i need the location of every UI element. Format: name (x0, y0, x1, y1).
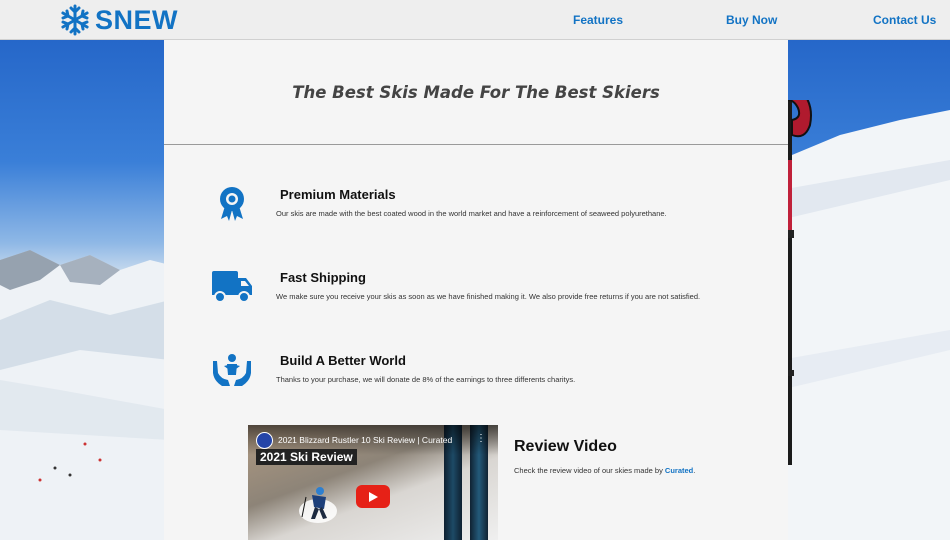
ski-pole-scenery (780, 100, 950, 540)
hero-title: The Best Skis Made For The Best Skiers (292, 82, 660, 102)
mountain-left-scenery (0, 250, 170, 540)
feature-title: Fast Shipping (280, 270, 366, 285)
feature-title: Build A Better World (280, 353, 406, 368)
feature-title: Premium Materials (280, 187, 396, 202)
more-options-icon[interactable]: ⋮ (476, 433, 486, 444)
feature-build-better-world: Build A Better World Thanks to your purc… (164, 351, 788, 411)
brand-logo[interactable]: SNEW (59, 3, 178, 37)
nav-link-features[interactable]: Features (573, 13, 623, 27)
feature-premium-materials: Premium Materials Our skis are made with… (164, 185, 788, 245)
hero-section: The Best Skis Made For The Best Skiers (164, 40, 788, 145)
feature-fast-shipping: Fast Shipping We make sure you receive y… (164, 268, 788, 328)
play-icon (369, 491, 378, 502)
feature-description: We make sure you receive your skis as so… (276, 292, 701, 301)
main-panel: The Best Skis Made For The Best Skiers P… (164, 40, 788, 540)
skier-image (299, 487, 337, 523)
review-desc-suffix: . (693, 466, 696, 475)
helping-hands-icon (210, 351, 254, 389)
feature-description: Thanks to your purchase, we will donate … (276, 375, 576, 384)
nav-link-buy-now[interactable]: Buy Now (726, 13, 777, 27)
review-video-heading: Review Video (514, 438, 617, 455)
award-icon (210, 185, 254, 223)
feature-description: Our skis are made with the best coated w… (276, 209, 667, 218)
video-banner-text: 2021 Ski Review (256, 449, 357, 465)
snowflake-icon (61, 4, 89, 36)
nav-link-contact-us[interactable]: Contact Us (873, 13, 936, 27)
play-button[interactable] (356, 485, 390, 508)
review-desc-text: Check the review video of our skies made… (514, 466, 665, 475)
curated-link[interactable]: Curated (665, 466, 693, 475)
review-video-description: Check the review video of our skies made… (514, 466, 695, 475)
channel-avatar[interactable] (256, 432, 273, 449)
brand-name: SNEW (95, 4, 178, 35)
truck-icon (210, 268, 254, 306)
review-video-player[interactable]: 2021 Blizzard Rustler 10 Ski Review | Cu… (248, 425, 498, 540)
video-title[interactable]: 2021 Blizzard Rustler 10 Ski Review | Cu… (278, 435, 452, 445)
site-header: SNEW Features Buy Now Contact Us (0, 0, 950, 40)
